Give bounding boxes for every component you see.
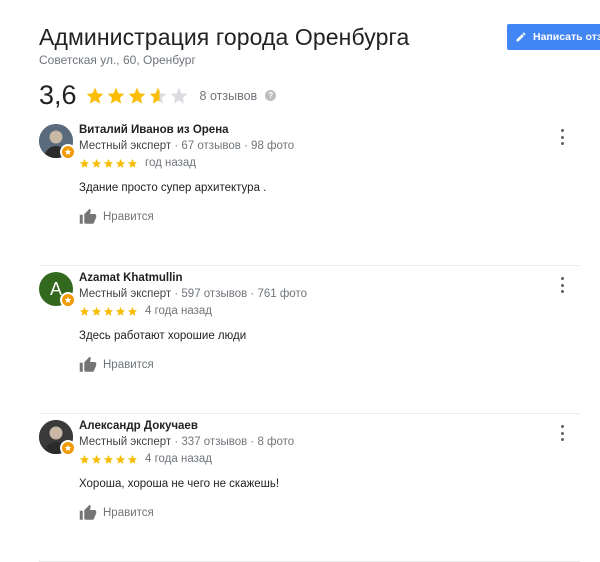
rating-stars <box>85 86 190 106</box>
thumb-up-icon <box>79 504 97 520</box>
place-header: Администрация города Оренбурга Советская… <box>39 24 509 67</box>
write-review-button[interactable]: Написать отзыв <box>507 24 600 50</box>
review-count-link[interactable]: 8 отзывов <box>200 89 258 103</box>
like-label: Нравится <box>103 507 154 519</box>
reviewer-meta: Местный эксперт · 337 отзывов · 8 фото <box>79 436 295 448</box>
review-date: 4 года назад <box>145 453 212 465</box>
reviewer-stats: 67 отзывов · 98 фото <box>181 140 295 152</box>
review-text: Здание просто супер архитектура . <box>79 182 267 194</box>
review-stars <box>79 158 139 169</box>
local-guide-badge-icon <box>60 440 76 456</box>
star-icon <box>103 306 114 316</box>
star-icon <box>79 454 90 464</box>
reviewer-name[interactable]: Александр Докучаев <box>79 420 540 432</box>
like-label: Нравится <box>103 211 154 223</box>
star-icon <box>115 306 126 316</box>
more-options-icon[interactable] <box>561 425 565 441</box>
star-icon <box>128 87 145 104</box>
review-item: Виталий Иванов из Орена Местный эксперт … <box>39 118 580 266</box>
local-guide-badge-icon <box>60 144 76 160</box>
star-icon <box>127 454 138 464</box>
reviews-list: Виталий Иванов из Орена Местный эксперт … <box>0 118 600 562</box>
pencil-icon <box>515 31 527 43</box>
more-options-icon[interactable] <box>561 129 565 145</box>
star-icon <box>149 87 166 104</box>
local-guide-badge-icon <box>60 292 76 308</box>
star-icon <box>170 87 187 104</box>
star-icon <box>91 158 102 168</box>
star-icon <box>115 454 126 464</box>
thumb-up-icon <box>79 208 97 224</box>
like-button[interactable]: Нравится <box>79 504 540 522</box>
star-icon <box>127 306 138 316</box>
reviewer-level: Местный эксперт <box>79 140 172 152</box>
star-icon <box>103 454 114 464</box>
reviewer-level: Местный эксперт <box>79 288 172 300</box>
review-text: Хороша, хороша не чего не скажешь! <box>79 478 280 490</box>
star-icon <box>79 306 90 316</box>
star-icon <box>127 158 138 168</box>
star-icon <box>91 454 102 464</box>
like-button[interactable]: Нравится <box>79 208 540 226</box>
review-date: 4 года назад <box>145 305 212 317</box>
thumb-up-icon <box>79 356 97 372</box>
reviewer-name[interactable]: Azamat Khatmullin <box>79 272 540 284</box>
star-icon <box>103 158 114 168</box>
star-icon <box>86 87 103 104</box>
place-address: Советская ул., 60, Оренбург <box>39 53 196 67</box>
reviewer-avatar[interactable] <box>39 420 76 456</box>
help-icon[interactable]: ? <box>265 90 277 101</box>
review-text: Здесь работают хорошие люди <box>79 330 247 342</box>
star-icon <box>107 87 124 104</box>
star-icon <box>115 158 126 168</box>
review-stars <box>79 454 139 465</box>
write-review-label: Написать отзыв <box>533 31 600 43</box>
reviewer-meta: Местный эксперт · 597 отзывов · 761 фото <box>79 288 307 300</box>
review-item: A Azamat Khatmullin Местный эксперт · 59… <box>39 266 580 414</box>
review-date: год назад <box>145 157 196 169</box>
like-label: Нравится <box>103 359 154 371</box>
like-button[interactable]: Нравится <box>79 356 540 374</box>
reviewer-level: Местный эксперт <box>79 436 172 448</box>
star-icon <box>79 158 90 168</box>
rating-summary: 3,6 8 отзывов ? <box>39 80 277 111</box>
reviewer-avatar[interactable] <box>39 124 76 160</box>
reviewer-stats: 597 отзывов · 761 фото <box>181 288 307 300</box>
more-options-icon[interactable] <box>561 277 565 293</box>
reviewer-meta: Местный эксперт · 67 отзывов · 98 фото <box>79 140 295 152</box>
star-icon <box>91 306 102 316</box>
review-stars <box>79 306 139 317</box>
average-rating: 3,6 <box>39 80 77 110</box>
reviewer-stats: 337 отзывов · 8 фото <box>181 436 295 448</box>
reviewer-name[interactable]: Виталий Иванов из Орена <box>79 124 540 136</box>
place-title: Администрация города Оренбурга <box>39 24 410 50</box>
reviewer-avatar[interactable]: A <box>39 272 76 308</box>
